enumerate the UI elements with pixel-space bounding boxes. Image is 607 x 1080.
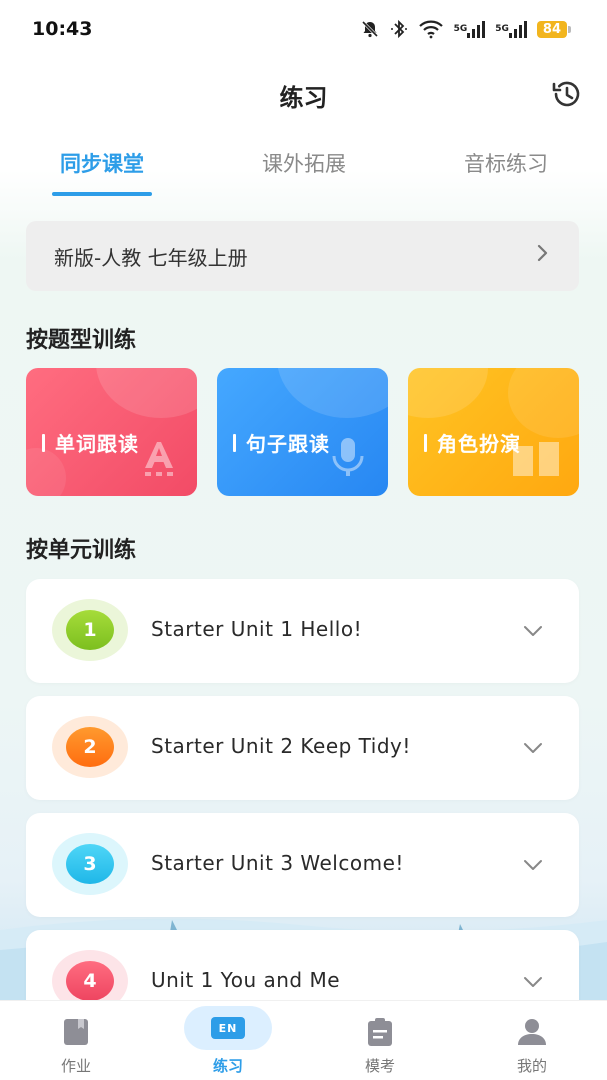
- sentence-read-label: 句子跟读: [246, 432, 330, 456]
- tab-phonetics[interactable]: 音标练习: [436, 148, 576, 178]
- sentence-read-card[interactable]: 句子跟读: [217, 368, 388, 496]
- letter-a-icon: [139, 438, 179, 482]
- unit-title: Unit 1 You and Me: [151, 968, 341, 992]
- nav-mock-exam[interactable]: 模考: [304, 1001, 456, 1080]
- unit-title: Starter Unit 3 Welcome!: [151, 851, 404, 875]
- profile-icon: [516, 1017, 548, 1047]
- exam-clipboard-icon: [365, 1017, 395, 1047]
- word-read-label: 单词跟读: [55, 432, 139, 456]
- tab-bar: 同步课堂 课外拓展 音标练习: [0, 148, 607, 198]
- card-label: 句子跟读: [233, 428, 330, 457]
- unit-row-1[interactable]: 1 Starter Unit 1 Hello!: [26, 579, 579, 683]
- page-title: 练习: [279, 84, 328, 112]
- signal-label: 5G: [453, 24, 468, 34]
- signal-icon: 5G: [454, 18, 486, 40]
- status-time: 10:43: [32, 18, 93, 40]
- status-bar: 10:43 5G 5G 84: [0, 0, 607, 60]
- nav-label: 练习: [212, 1057, 243, 1075]
- section-title-by-unit: 按单元训练: [26, 538, 137, 563]
- signal-label: 5G: [495, 24, 509, 34]
- unit-number-badge: 1: [66, 610, 114, 650]
- nav-profile[interactable]: 我的: [456, 1001, 607, 1080]
- unit-number-badge: 3: [66, 844, 114, 884]
- nav-active-pill: EN: [184, 1006, 272, 1050]
- nav-label: 作业: [60, 1057, 91, 1075]
- word-read-card[interactable]: 单词跟读: [26, 368, 197, 496]
- unit-number-badge: 2: [66, 727, 114, 767]
- unit-number-badge: 4: [66, 961, 114, 1001]
- tab-extracurricular[interactable]: 课外拓展: [234, 148, 374, 178]
- en-practice-icon: EN: [184, 1006, 272, 1050]
- wifi-icon: [418, 18, 444, 40]
- section-title-by-type: 按题型训练: [26, 328, 137, 353]
- nav-practice[interactable]: EN 练习: [152, 1001, 304, 1080]
- microphone-icon: [330, 436, 366, 482]
- chevron-down-icon[interactable]: [523, 855, 543, 875]
- chevron-down-icon[interactable]: [523, 972, 543, 992]
- tab-indicator: [52, 192, 152, 196]
- unit-title: Starter Unit 2 Keep Tidy!: [151, 734, 411, 758]
- nav-label: 模考: [364, 1057, 395, 1075]
- status-icons: 5G 5G 84: [360, 18, 572, 40]
- book-icon: [511, 440, 561, 482]
- battery-icon: 84: [536, 20, 572, 38]
- role-play-label: 角色扮演: [437, 432, 521, 456]
- tab-sync-class[interactable]: 同步课堂: [32, 148, 172, 178]
- nav-homework[interactable]: 作业: [0, 1001, 152, 1080]
- role-play-card[interactable]: 角色扮演: [408, 368, 579, 496]
- chevron-right-icon: [535, 243, 551, 269]
- card-label: 单词跟读: [42, 428, 139, 457]
- textbook-selector[interactable]: 新版-人教 七年级上册: [26, 221, 579, 291]
- chevron-down-icon[interactable]: [523, 738, 543, 758]
- textbook-label: 新版-人教 七年级上册: [54, 245, 248, 270]
- nav-label: 我的: [516, 1057, 547, 1075]
- homework-icon: [61, 1017, 91, 1047]
- card-label: 角色扮演: [424, 428, 521, 457]
- en-badge: EN: [211, 1017, 245, 1039]
- mute-icon: [360, 18, 380, 40]
- chevron-down-icon[interactable]: [523, 621, 543, 641]
- unit-row-2[interactable]: 2 Starter Unit 2 Keep Tidy!: [26, 696, 579, 800]
- bluetooth-icon: [390, 18, 408, 40]
- unit-title: Starter Unit 1 Hello!: [151, 617, 363, 641]
- history-icon[interactable]: [549, 76, 585, 112]
- signal-icon: 5G: [495, 18, 527, 40]
- bottom-nav: 作业 EN 练习 模考 我的: [0, 1000, 607, 1080]
- unit-row-3[interactable]: 3 Starter Unit 3 Welcome!: [26, 813, 579, 917]
